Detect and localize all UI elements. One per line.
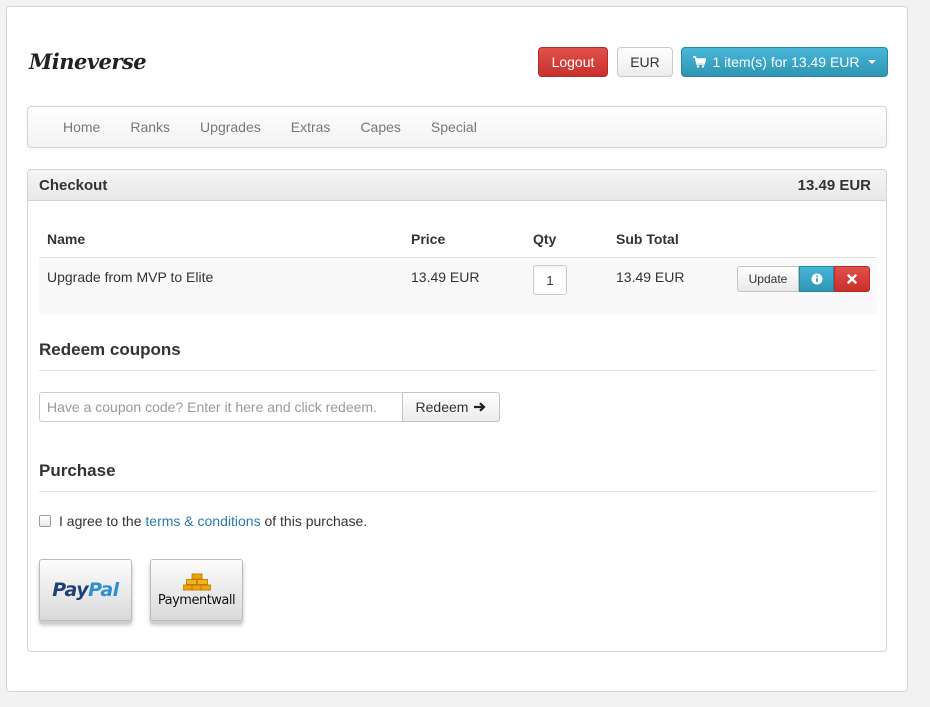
paypal-logo-part2: Pal <box>88 579 119 601</box>
item-subtotal: 13.49 EUR <box>616 269 685 285</box>
nav-item-home[interactable]: Home <box>48 107 115 147</box>
paymentwall-button[interactable]: Paymentwall <box>150 559 243 621</box>
purchase-title: Purchase <box>39 461 116 480</box>
paymentwall-label: Paymentwall <box>157 592 236 608</box>
site-logo[interactable]: Mineverse <box>29 49 147 74</box>
agree-prefix: I agree to the <box>59 513 142 529</box>
info-button[interactable] <box>799 266 834 292</box>
shopping-cart-icon <box>693 56 707 68</box>
nav-item-capes[interactable]: Capes <box>345 107 415 147</box>
remove-button[interactable] <box>834 266 870 292</box>
terms-agreement: I agree to the terms & conditions of thi… <box>39 513 367 529</box>
redeem-button[interactable]: Redeem <box>402 392 500 422</box>
paypal-logo: PayPal <box>52 579 119 601</box>
caret-down-icon <box>867 60 876 64</box>
cart-table: Name Price Qty Sub Total Upgrade from MV… <box>39 228 877 314</box>
agree-text: I agree to the terms & conditions of thi… <box>59 513 367 529</box>
checkout-title: Checkout <box>39 177 108 194</box>
cart-summary-label: 1 item(s) for 13.49 EUR <box>712 54 860 70</box>
terms-checkbox[interactable] <box>39 515 51 527</box>
update-button[interactable]: Update <box>737 266 799 292</box>
terms-link[interactable]: terms & conditions <box>145 513 260 529</box>
info-icon <box>811 273 822 285</box>
paypal-button[interactable]: PayPal <box>39 559 132 621</box>
quantity-input[interactable] <box>533 265 567 295</box>
redeem-coupons-title: Redeem coupons <box>39 340 181 359</box>
row-actions: Update <box>737 266 870 292</box>
nav-item-extras[interactable]: Extras <box>276 107 346 147</box>
checkout-panel-header: Checkout 13.49 EUR <box>28 170 886 201</box>
cart-dropdown-button[interactable]: 1 item(s) for 13.49 EUR <box>681 47 888 77</box>
table-header-row: Name Price Qty Sub Total <box>39 228 877 258</box>
close-icon <box>847 274 857 284</box>
column-header-subtotal: Sub Total <box>616 231 679 247</box>
checkout-panel: Checkout 13.49 EUR Name Price Qty Sub To… <box>27 169 887 652</box>
nav-item-upgrades[interactable]: Upgrades <box>185 107 276 147</box>
agree-suffix: of this purchase. <box>264 513 368 529</box>
currency-button[interactable]: EUR <box>617 47 673 77</box>
redeem-label: Redeem <box>415 399 469 415</box>
column-header-name: Name <box>47 231 86 247</box>
nav-item-special[interactable]: Special <box>416 107 492 147</box>
table-row: Upgrade from MVP to Elite 13.49 EUR 13.4… <box>39 258 877 314</box>
nav-item-ranks[interactable]: Ranks <box>115 107 185 147</box>
item-price: 13.49 EUR <box>411 269 480 285</box>
coupon-input[interactable] <box>39 392 403 422</box>
divider <box>39 491 877 492</box>
page-container: Mineverse Logout EUR 1 item(s) for 13.49… <box>6 6 908 692</box>
item-name: Upgrade from MVP to Elite <box>47 269 214 285</box>
column-header-price: Price <box>411 231 446 247</box>
paypal-logo-part1: Pay <box>52 579 89 601</box>
column-header-qty: Qty <box>533 231 557 247</box>
main-navbar: Home Ranks Upgrades Extras Capes Special <box>27 106 887 148</box>
gold-bars-icon <box>182 573 211 590</box>
checkout-total: 13.49 EUR <box>797 177 871 194</box>
logout-button[interactable]: Logout <box>538 47 608 77</box>
divider <box>39 370 877 371</box>
arrow-right-icon <box>474 402 487 412</box>
